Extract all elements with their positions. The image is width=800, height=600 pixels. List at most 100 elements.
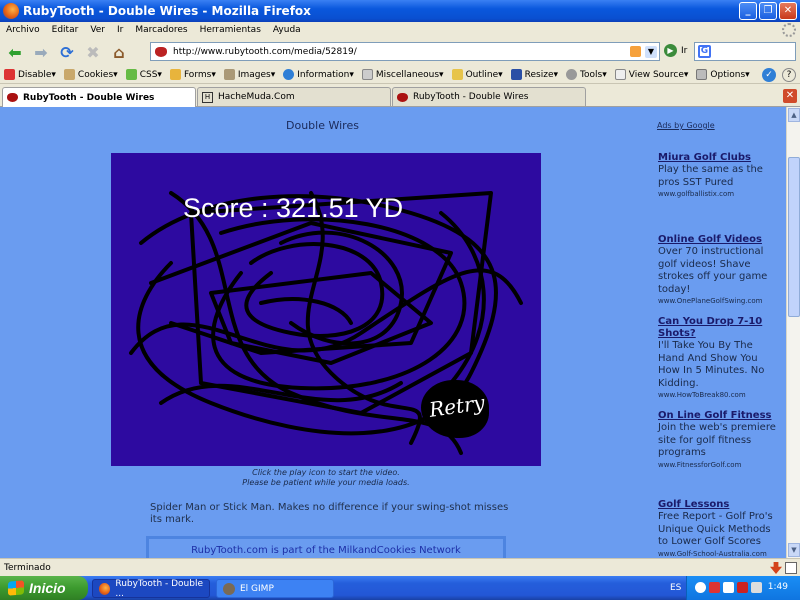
ad-body: I'll Take You By The Hand And Show You H… — [658, 340, 765, 389]
dev-view-source[interactable]: View Source ▾ — [611, 69, 693, 80]
score-text: Score : 321.51 YD — [183, 193, 404, 223]
tray-volume-icon[interactable] — [751, 582, 762, 593]
menu-archivo[interactable]: Archivo — [0, 25, 46, 35]
dev-forms[interactable]: Forms ▾ — [166, 69, 220, 80]
tab-rubytooth-2[interactable]: RubyTooth - Double Wires — [392, 87, 586, 106]
start-label: Inicio — [29, 580, 66, 596]
url-dropdown-icon[interactable]: ▼ — [645, 46, 657, 58]
vertical-scrollbar[interactable]: ▲ ▼ — [786, 107, 800, 558]
dev-miscellaneous[interactable]: Miscellaneous ▾ — [358, 69, 448, 80]
options-icon — [696, 69, 708, 80]
dev-images[interactable]: Images ▾ — [220, 69, 279, 80]
ad-item: Miura Golf Clubs Play the same as the pr… — [658, 152, 782, 198]
tray-app-icon[interactable] — [723, 582, 734, 593]
throbber-icon — [782, 23, 796, 37]
search-input[interactable]: G — [694, 42, 796, 61]
taskbar-item-gimp[interactable]: El GIMP — [216, 579, 334, 598]
menu-ayuda[interactable]: Ayuda — [267, 25, 307, 35]
dev-outline[interactable]: Outline ▾ — [448, 69, 507, 80]
back-arrow-icon[interactable]: ⬅ — [4, 41, 26, 63]
url-bar[interactable]: http://www.rubytooth.com/media/52819/ ▼ — [150, 42, 660, 61]
ad-title[interactable]: Can You Drop 7-10 Shots? — [658, 316, 782, 340]
close-button[interactable]: ✕ — [779, 2, 797, 20]
check-icon[interactable]: ✓ — [762, 68, 776, 82]
download-arrow-icon[interactable] — [770, 562, 782, 574]
ad-body: Join the web's premiere site for golf fi… — [658, 422, 776, 458]
minimize-button[interactable]: _ — [739, 2, 757, 20]
go-label: Ir — [681, 45, 688, 56]
close-tab-icon[interactable]: ✕ — [783, 89, 797, 103]
tab-rubytooth-active[interactable]: RubyTooth - Double Wires — [2, 87, 196, 107]
ad-url[interactable]: www.OnePlaneGolfSwing.com — [658, 297, 782, 305]
ad-url[interactable]: www.HowToBreak80.com — [658, 391, 782, 399]
dev-tools[interactable]: Tools ▾ — [562, 69, 611, 80]
ad-url[interactable]: www.FitnessforGolf.com — [658, 461, 782, 469]
go-button[interactable]: ▶ Ir — [664, 44, 687, 57]
scroll-up-icon[interactable]: ▲ — [788, 108, 800, 122]
start-button[interactable]: Inicio — [0, 576, 88, 600]
forward-arrow-icon[interactable]: ➡ — [30, 41, 52, 63]
maximize-button[interactable]: ❐ — [759, 2, 777, 20]
navigation-bar: ⬅ ➡ ⟳ ✖ ⌂ http://www.rubytooth.com/media… — [0, 38, 800, 66]
rubytooth-favicon-icon — [7, 93, 18, 102]
video-description: Spider Man or Stick Man. Makes no differ… — [150, 502, 509, 525]
ad-url[interactable]: www.golfballistix.com — [658, 190, 782, 198]
hachemuda-favicon-icon: H — [202, 91, 213, 103]
ad-body: Free Report - Golf Pro's Unique Quick Me… — [658, 511, 773, 547]
help-icon[interactable]: ? — [782, 68, 796, 82]
tray-arrow-icon[interactable] — [695, 582, 706, 593]
taskbar-item-firefox[interactable]: RubyTooth - Double ... — [92, 579, 210, 599]
web-developer-toolbar: Disable ▾ Cookies ▾ CSS ▾ Forms ▾ Images ▾ In… — [0, 66, 800, 84]
url-text: http://www.rubytooth.com/media/52819/ — [173, 46, 357, 57]
tools-icon — [566, 69, 578, 80]
rss-icon[interactable] — [630, 46, 641, 57]
view-source-icon — [614, 69, 626, 80]
menu-ir[interactable]: Ir — [111, 25, 129, 35]
reload-icon[interactable]: ⟳ — [56, 41, 78, 63]
dev-disable[interactable]: Disable ▾ — [0, 69, 60, 80]
resize-icon — [510, 69, 522, 80]
outline-icon — [451, 69, 463, 80]
ad-title[interactable]: On Line Golf Fitness — [658, 410, 782, 422]
page-info-icon[interactable] — [785, 562, 797, 574]
stop-icon[interactable]: ✖ — [82, 41, 104, 63]
firefox-icon — [3, 3, 19, 19]
retry-button[interactable]: Retry — [421, 380, 489, 438]
tab-hachemuda[interactable]: H HacheMuda.Com — [197, 87, 391, 106]
ads-by-google-link[interactable]: Ads by Google — [657, 121, 715, 130]
scroll-down-icon[interactable]: ▼ — [788, 543, 800, 557]
google-search-icon[interactable]: G — [698, 45, 711, 58]
home-icon[interactable]: ⌂ — [108, 41, 130, 63]
images-icon — [223, 69, 235, 80]
menu-ver[interactable]: Ver — [84, 25, 111, 35]
page-title: Double Wires — [286, 119, 359, 132]
dev-resize[interactable]: Resize ▾ — [507, 69, 562, 80]
site-favicon-icon — [155, 46, 167, 57]
windows-flag-icon — [8, 580, 24, 596]
title-bar[interactable]: RubyTooth - Double Wires - Mozilla Firef… — [0, 0, 800, 22]
menu-editar[interactable]: Editar — [46, 25, 85, 35]
ad-title[interactable]: Golf Lessons — [658, 499, 782, 511]
retry-label: Retry — [427, 390, 487, 422]
tab-bar: RubyTooth - Double Wires H HacheMuda.Com… — [0, 85, 800, 107]
window-title: RubyTooth - Double Wires - Mozilla Firef… — [23, 4, 311, 18]
flash-game[interactable]: Score : 321.51 YD Retry — [111, 153, 541, 466]
dev-options[interactable]: Options ▾ — [692, 69, 753, 80]
firefox-window: RubyTooth - Double Wires - Mozilla Firef… — [0, 0, 800, 600]
menu-herramientas[interactable]: Herramientas — [194, 25, 267, 35]
ad-url[interactable]: www.Golf-School-Australia.com — [658, 550, 782, 558]
dev-css[interactable]: CSS ▾ — [122, 69, 166, 80]
css-icon — [125, 69, 137, 80]
tray-shield-icon[interactable] — [709, 582, 720, 593]
menu-bar: Archivo Editar Ver Ir Marcadores Herrami… — [0, 22, 800, 38]
ad-title[interactable]: Online Golf Videos — [658, 234, 782, 246]
menu-marcadores[interactable]: Marcadores — [129, 25, 193, 35]
ad-title[interactable]: Miura Golf Clubs — [658, 152, 782, 164]
language-indicator[interactable]: ES — [670, 583, 681, 593]
dev-information[interactable]: Information ▾ — [279, 69, 358, 80]
scroll-thumb[interactable] — [788, 157, 800, 317]
network-banner[interactable]: RubyTooth.com is part of the MilkandCook… — [146, 536, 506, 558]
tray-k-icon[interactable] — [737, 582, 748, 593]
dev-cookies[interactable]: Cookies ▾ — [60, 69, 122, 80]
network-text[interactable]: RubyTooth.com is part of the MilkandCook… — [191, 545, 461, 556]
